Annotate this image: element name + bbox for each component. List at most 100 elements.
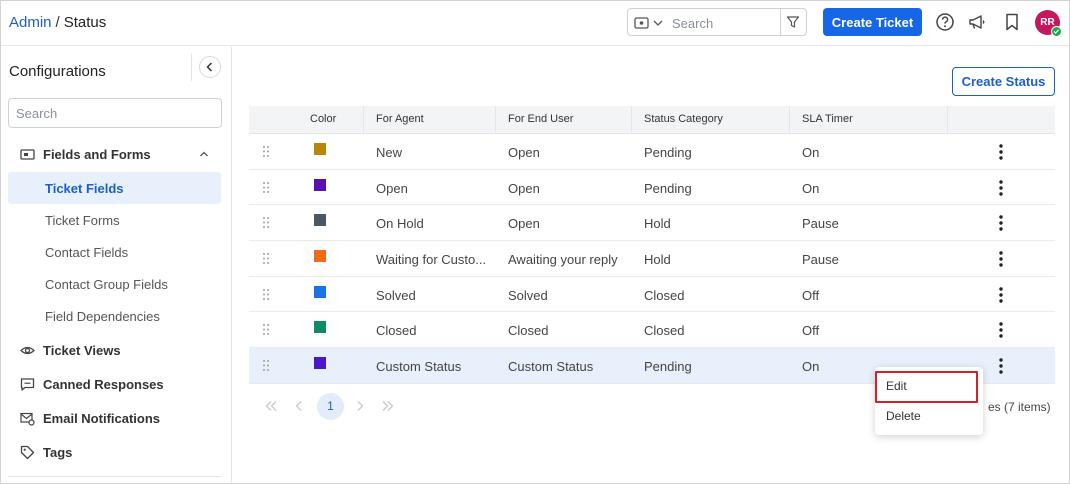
sidebar-item-field-dependencies[interactable]: Field Dependencies	[8, 300, 221, 332]
global-search	[627, 8, 807, 36]
previous-page-icon[interactable]	[291, 398, 307, 414]
sidebar-item-contact-fields[interactable]: Contact Fields	[8, 236, 221, 268]
column-divider	[631, 106, 632, 134]
chevron-up-icon	[200, 151, 208, 157]
column-divider	[363, 106, 364, 134]
table-header: Color For Agent For End User Status Cate…	[249, 106, 1055, 134]
drag-handle-icon[interactable]	[262, 288, 270, 301]
sidebar-item-ticket-forms[interactable]: Ticket Forms	[8, 204, 221, 236]
sidebar-item-label: Field Dependencies	[45, 309, 160, 324]
announcement-icon[interactable]	[967, 12, 987, 32]
page-number-button[interactable]: 1	[317, 393, 344, 420]
table-row[interactable]: Waiting for Custo... Awaiting your reply…	[249, 241, 1055, 277]
eye-icon	[20, 346, 35, 355]
top-header: Admin/Status Create Ticket	[1, 1, 1069, 46]
cell-status-category: Pending	[644, 145, 692, 160]
sidebar-item-contact-group-fields[interactable]: Contact Group Fields	[8, 268, 221, 300]
last-page-icon[interactable]	[380, 398, 396, 414]
more-actions-icon[interactable]	[993, 250, 1009, 268]
cell-status-category: Closed	[644, 323, 685, 339]
table-row[interactable]: On Hold Open Hold Pause	[249, 205, 1055, 242]
collapse-sidebar-button[interactable]	[199, 56, 221, 78]
drag-handle-icon[interactable]	[262, 216, 270, 229]
sidebar-divider	[8, 476, 222, 477]
cell-for-agent: Open	[376, 180, 408, 196]
more-actions-icon[interactable]	[993, 286, 1009, 304]
cell-for-agent: Custom Status	[376, 359, 462, 375]
more-actions-icon[interactable]	[993, 214, 1009, 232]
table-row[interactable]: New Open Pending On	[249, 134, 1055, 170]
cell-sla-timer: On	[802, 359, 820, 375]
edit-menu-item[interactable]: Edit	[875, 371, 983, 403]
sidebar-item-label: Contact Fields	[45, 245, 129, 260]
cell-status-category: Closed	[644, 287, 685, 303]
table-row[interactable]: Open Open Pending On	[249, 169, 1055, 206]
config-sidebar: Configurations Fields and Forms Ticket F…	[1, 47, 232, 483]
first-page-icon[interactable]	[263, 398, 279, 414]
more-actions-icon[interactable]	[993, 357, 1009, 375]
breadcrumb-separator: /	[55, 14, 60, 31]
drag-handle-icon[interactable]	[262, 252, 270, 265]
column-divider	[495, 106, 496, 134]
sidebar-search-input[interactable]	[8, 98, 222, 128]
sidebar-item-ticket-fields[interactable]: Ticket Fields	[8, 172, 221, 204]
column-header-status-category: Status Category	[644, 113, 723, 125]
table-row[interactable]: Closed Closed Closed Off	[249, 312, 1055, 349]
sidebar-group-fields-and-forms[interactable]: Fields and Forms	[8, 139, 222, 169]
search-type-dropdown-icon[interactable]	[634, 15, 666, 31]
chevron-left-icon	[206, 62, 213, 72]
sidebar-group-label: Fields and Forms	[43, 147, 151, 162]
cell-for-agent: Closed	[376, 323, 417, 339]
cell-for-agent: New	[376, 145, 403, 160]
cell-for-end-user: Solved	[508, 287, 548, 303]
cell-sla-timer: Pause	[802, 216, 839, 232]
table-row[interactable]: Solved Solved Closed Off	[249, 276, 1055, 313]
breadcrumb: Admin / Status	[9, 14, 106, 31]
drag-handle-icon[interactable]	[262, 323, 270, 336]
drag-handle-icon[interactable]	[262, 359, 270, 372]
sidebar-group-label: Email Notifications	[43, 411, 161, 426]
cell-status-category: Pending	[644, 359, 692, 375]
global-search-input[interactable]	[672, 13, 778, 33]
status-color-swatch	[314, 143, 326, 155]
status-color-swatch	[314, 214, 326, 227]
item-count: es (7 items)	[988, 400, 1051, 414]
breadcrumb-admin-link[interactable]: Admin	[9, 14, 52, 31]
bookmark-icon[interactable]	[1002, 12, 1022, 32]
sidebar-group-label: Canned Responses	[43, 377, 164, 392]
sidebar-title: Configurations	[9, 63, 106, 80]
drag-handle-icon[interactable]	[262, 181, 270, 194]
more-actions-icon[interactable]	[993, 143, 1009, 161]
create-ticket-button[interactable]: Create Ticket	[823, 8, 922, 36]
sidebar-group-email-notifications[interactable]: Email Notifications	[8, 403, 222, 433]
cell-sla-timer: Pause	[802, 252, 839, 268]
cell-sla-timer: Off	[802, 287, 820, 303]
delete-menu-item[interactable]: Delete	[875, 401, 983, 429]
tag-icon	[20, 445, 35, 460]
sidebar-title-divider	[191, 53, 192, 81]
cell-for-end-user: Open	[508, 145, 540, 160]
sidebar-group-label: Tags	[43, 445, 73, 460]
sidebar-group-label: Ticket Views	[43, 343, 121, 358]
more-actions-icon[interactable]	[993, 179, 1009, 197]
chat-bubble-icon	[20, 378, 35, 391]
user-avatar[interactable]: RR	[1035, 10, 1062, 37]
sidebar-item-label: Ticket Fields	[45, 181, 124, 196]
create-status-button[interactable]: Create Status	[952, 67, 1055, 96]
status-table: Color For Agent For End User Status Cate…	[249, 106, 1055, 384]
search-divider	[780, 9, 781, 35]
next-page-icon[interactable]	[352, 398, 368, 414]
sidebar-group-tags[interactable]: Tags	[8, 437, 222, 467]
status-color-swatch	[314, 285, 326, 298]
page-title: Status	[63, 14, 107, 31]
status-color-swatch	[314, 250, 326, 263]
status-color-swatch	[314, 357, 326, 370]
sidebar-group-canned-responses[interactable]: Canned Responses	[8, 369, 222, 399]
help-icon[interactable]	[935, 12, 955, 32]
sidebar-group-ticket-views[interactable]: Ticket Views	[8, 335, 222, 365]
cell-sla-timer: On	[802, 180, 820, 196]
drag-handle-icon[interactable]	[262, 145, 270, 158]
cell-sla-timer: On	[802, 145, 820, 160]
more-actions-icon[interactable]	[993, 321, 1009, 339]
filter-icon[interactable]	[786, 15, 800, 29]
